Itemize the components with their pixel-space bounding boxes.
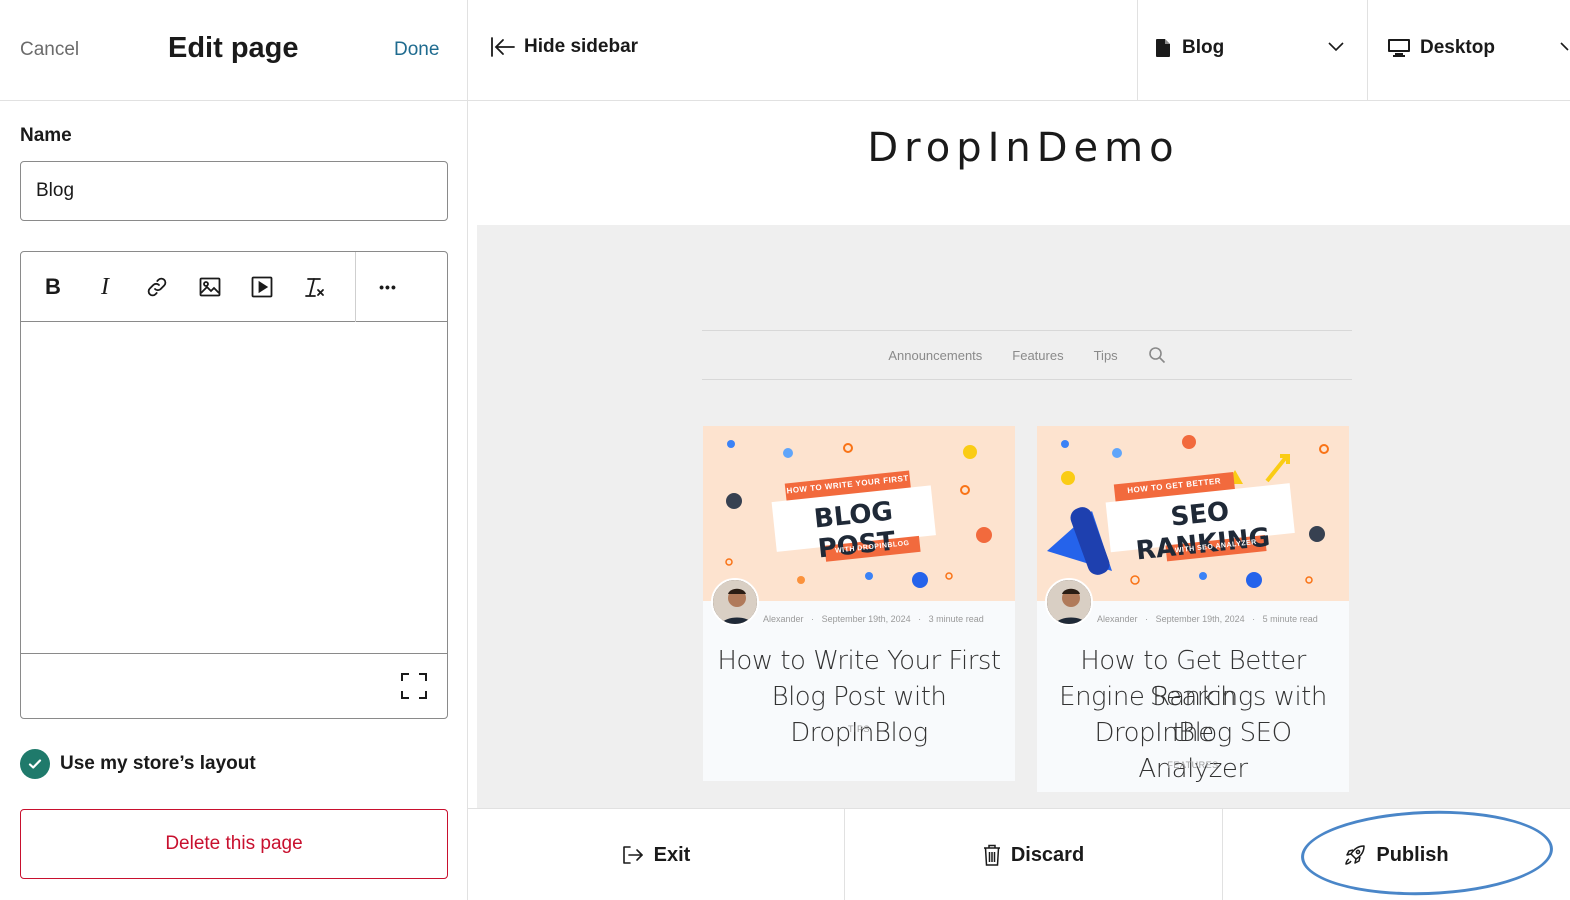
editor-content-area[interactable]	[21, 323, 447, 653]
post-author: Alexander	[1097, 614, 1138, 624]
banner-kicker: HOW TO GET BETTER	[1126, 476, 1222, 496]
use-layout-label[interactable]: Use my store’s layout	[60, 753, 256, 775]
publish-button[interactable]: Publish	[1223, 809, 1570, 900]
blog-post-card[interactable]: HOW TO WRITE YOUR FIRST BLOG POST WITH D…	[703, 426, 1015, 781]
post-read-time: 3 minute read	[928, 614, 984, 624]
store-name[interactable]: DropInDemo	[477, 125, 1570, 171]
checkmark-icon	[28, 759, 42, 769]
post-author: Alexander	[763, 614, 804, 624]
more-options-button[interactable]: •••	[371, 270, 405, 304]
banner-headline: BLOG POST	[812, 496, 897, 565]
rocket-icon	[1345, 845, 1366, 865]
seo-ranking-banner: HOW TO GET BETTER SEO RANKING WITH SEO A…	[1037, 426, 1349, 601]
blog-nav-features[interactable]: Features	[1012, 348, 1063, 363]
post-category[interactable]: TIPS	[703, 724, 1015, 734]
document-icon	[1156, 39, 1170, 57]
name-field[interactable]	[20, 161, 448, 221]
video-button[interactable]	[245, 270, 279, 304]
more-icon: •••	[379, 279, 397, 295]
banner-headline: SEO RANKING	[1134, 496, 1272, 567]
device-select-label: Desktop	[1420, 37, 1495, 58]
rich-text-editor: B I •••	[20, 251, 448, 719]
edit-sidebar: Cancel Edit page Done Name B I	[0, 0, 468, 900]
banner-kicker: HOW TO WRITE YOUR FIRST	[786, 473, 910, 496]
page-select-dropdown[interactable]: Blog	[1137, 0, 1367, 100]
top-bar: Hide sidebar Blog Desktop	[468, 0, 1570, 101]
store-preview: DropInDemo Announcements Features Tips H…	[477, 101, 1570, 808]
discard-label: Discard	[1010, 843, 1085, 866]
desktop-icon	[1388, 39, 1410, 57]
blog-post-image: HOW TO WRITE YOUR FIRST BLOG POST WITH D…	[703, 426, 1015, 601]
collapse-left-icon	[491, 37, 515, 57]
clear-format-button[interactable]	[298, 270, 332, 304]
use-layout-checkbox[interactable]	[20, 749, 50, 779]
author-avatar	[1045, 578, 1093, 626]
person-icon	[713, 580, 757, 624]
image-icon	[199, 277, 221, 297]
trash-icon	[983, 844, 1000, 866]
bold-button[interactable]: B	[36, 270, 70, 304]
search-icon[interactable]	[1148, 346, 1166, 364]
post-meta: Alexander · September 19th, 2024 · 5 min…	[1097, 614, 1318, 624]
page-title: Edit page	[168, 32, 299, 64]
device-select-dropdown[interactable]: Desktop	[1367, 0, 1570, 100]
fullscreen-icon	[401, 673, 427, 699]
link-button[interactable]	[140, 270, 174, 304]
page-select-label: Blog	[1182, 37, 1225, 58]
exit-button[interactable]: Exit	[468, 809, 844, 900]
italic-button[interactable]: I	[88, 270, 122, 304]
hide-sidebar-label: Hide sidebar	[524, 36, 639, 57]
blog-nav-tips[interactable]: Tips	[1094, 348, 1118, 363]
author-avatar	[711, 578, 759, 626]
chevron-down-icon	[1328, 42, 1344, 52]
blog-post-image: HOW TO GET BETTER SEO RANKING WITH SEO A…	[1037, 426, 1349, 601]
post-date: September 19th, 2024	[821, 614, 911, 624]
hide-sidebar-button[interactable]: Hide sidebar	[490, 36, 638, 58]
chevron-down-icon	[1560, 42, 1569, 51]
editor-footer	[21, 653, 447, 718]
post-title-line-2[interactable]: Blog Post with DropInBlog	[703, 679, 1015, 751]
link-icon	[147, 277, 167, 297]
blog-nav-announcements[interactable]: Announcements	[888, 348, 982, 363]
delete-page-button[interactable]: Delete this page	[20, 809, 448, 879]
cancel-button[interactable]: Cancel	[20, 39, 79, 61]
image-button[interactable]	[193, 270, 227, 304]
sidebar-header: Cancel Edit page Done	[0, 0, 468, 101]
done-button[interactable]: Done	[394, 39, 439, 61]
exit-icon	[622, 846, 643, 864]
post-meta: Alexander · September 19th, 2024 · 3 min…	[763, 614, 984, 624]
italic-icon: I	[101, 273, 109, 300]
app-root: Cancel Edit page Done Name B I	[0, 0, 1570, 900]
bottom-action-bar: Exit Discard Publish	[468, 806, 1570, 900]
video-icon	[251, 276, 273, 298]
post-date: September 19th, 2024	[1155, 614, 1245, 624]
discard-button[interactable]: Discard	[845, 809, 1222, 900]
name-label: Name	[20, 125, 72, 146]
post-title-line-1[interactable]: How to Write Your First	[703, 643, 1015, 679]
store-header: DropInDemo	[477, 101, 1570, 225]
exit-label: Exit	[653, 843, 691, 866]
bold-icon: B	[45, 274, 61, 299]
person-icon	[1047, 580, 1091, 624]
toolbar-divider	[355, 252, 356, 322]
publish-label: Publish	[1376, 843, 1449, 866]
clear-format-icon	[305, 278, 324, 297]
post-category[interactable]: FEATURES	[1037, 760, 1349, 770]
fullscreen-button[interactable]	[399, 671, 429, 701]
post-read-time: 5 minute read	[1262, 614, 1318, 624]
post-title-line-3[interactable]: DropInBlog SEO Analyzer	[1037, 715, 1349, 787]
blog-nav: Announcements Features Tips	[702, 330, 1352, 380]
blog-post-banner: HOW TO WRITE YOUR FIRST BLOG POST WITH D…	[703, 426, 1015, 601]
blog-post-card[interactable]: HOW TO GET BETTER SEO RANKING WITH SEO A…	[1037, 426, 1349, 792]
editor-toolbar: B I •••	[21, 252, 447, 322]
